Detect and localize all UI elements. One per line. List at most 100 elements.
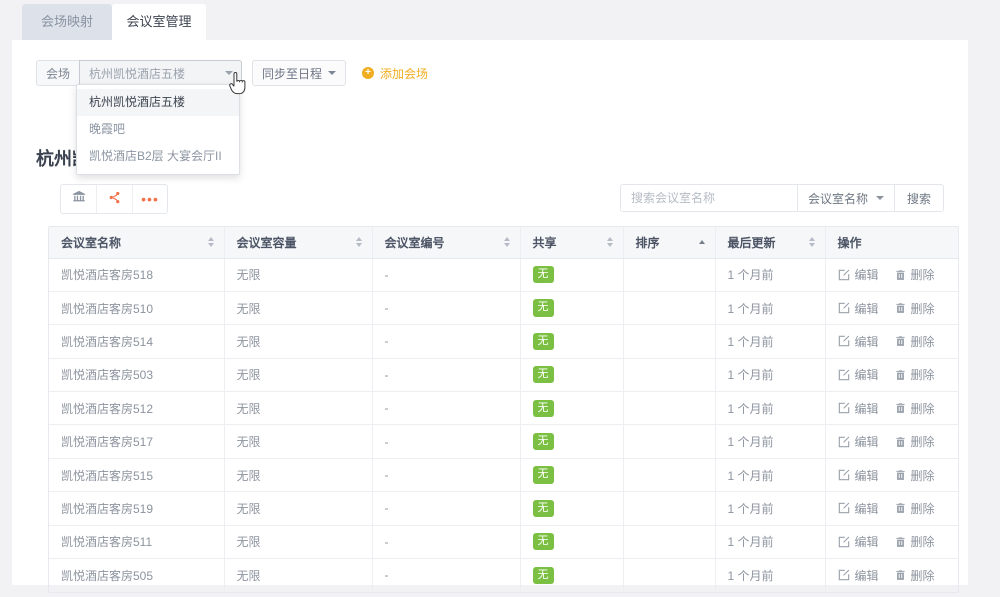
cell-share: 无 [520,491,624,526]
edit-button[interactable]: 编辑 [838,400,879,417]
edit-button[interactable]: 编辑 [838,266,879,283]
add-venue-button[interactable]: + 添加会场 [362,60,428,86]
row-operations: 编辑 删除 [838,300,947,317]
plus-circle-icon: + [362,67,375,79]
cell-order [623,424,716,459]
cell-room-capacity-text: 无限 [236,568,261,583]
cell-room-number: - [372,491,521,526]
cell-operations: 编辑 删除 [825,324,958,359]
cell-last-updated: 1 个月前 [715,424,826,459]
col-order[interactable]: 排序 [623,227,716,259]
trash-icon [895,269,906,281]
cell-room-name-text: 凯悦酒店客房503 [61,368,154,383]
share-icon-button[interactable] [97,185,133,213]
delete-button[interactable]: 删除 [895,333,935,350]
delete-button[interactable]: 删除 [895,300,935,317]
cell-last-updated-text: 1 个月前 [727,301,774,316]
share-badge: 无 [532,566,554,585]
venue-select[interactable]: 杭州凯悦酒店五楼 [79,60,243,86]
edit-button[interactable]: 编辑 [838,300,879,317]
row-operations: 编辑 删除 [838,500,947,517]
edit-label: 编辑 [854,535,879,550]
cell-last-updated-text: 1 个月前 [727,401,774,416]
cell-room-number-text: - [384,267,389,282]
sort-icon [207,227,214,258]
cell-room-capacity: 无限 [224,458,373,493]
delete-button[interactable]: 删除 [895,467,935,484]
delete-button[interactable]: 删除 [895,500,935,517]
bank-icon [72,190,86,209]
edit-button[interactable]: 编辑 [838,333,879,350]
cell-room-name: 凯悦酒店客房518 [49,258,225,292]
col-room-name[interactable]: 会议室名称 [49,227,225,259]
search-group: 会议室名称 搜索 [619,184,944,212]
cell-share: 无 [520,324,624,359]
cell-last-updated-text: 1 个月前 [727,368,774,383]
cell-order [623,258,716,292]
edit-button[interactable]: 编辑 [838,533,879,550]
tab-meeting-room-management[interactable]: 会议室管理 [112,4,206,40]
venue-dropdown-item[interactable]: 杭州凯悦酒店五楼 [77,89,239,116]
share-badge: 无 [532,533,554,551]
col-last-updated[interactable]: 最后更新 [715,227,826,259]
delete-label: 删除 [910,301,935,316]
table-row: 凯悦酒店客房503 无限 - 无 1 个月前 编辑 删除 [49,358,958,393]
cell-room-number-text: - [384,301,389,316]
cell-room-name-text: 凯悦酒店客房517 [61,435,154,450]
trash-icon [895,302,906,314]
delete-label: 删除 [910,401,935,416]
edit-label: 编辑 [854,568,879,583]
delete-button[interactable]: 删除 [895,366,935,383]
tab-venue-mapping[interactable]: 会场映射 [22,4,112,40]
edit-icon [838,502,850,514]
sync-to-schedule-button[interactable]: 同步至日程 [252,60,347,86]
venue-select-value: 杭州凯悦酒店五楼 [89,66,186,81]
venue-dropdown-item-label: 杭州凯悦酒店五楼 [89,95,186,109]
cell-order [623,391,716,426]
delete-button[interactable]: 删除 [895,266,935,283]
share-badge: 无 [532,399,554,417]
edit-icon [838,335,850,347]
cell-room-number-text: - [384,367,389,382]
delete-button[interactable]: 删除 [895,567,935,584]
trash-icon [895,436,906,448]
search-input[interactable] [620,185,797,211]
cell-room-number: - [372,324,521,359]
col-room-number[interactable]: 会议室编号 [372,227,521,259]
bank-icon-button[interactable] [61,185,97,213]
delete-button[interactable]: 删除 [895,533,935,550]
edit-button[interactable]: 编辑 [838,433,879,450]
table-row: 凯悦酒店客房510 无限 - 无 1 个月前 编辑 删除 [49,291,958,326]
search-button[interactable]: 搜索 [893,185,943,211]
delete-button[interactable]: 删除 [895,400,935,417]
table-row: 凯悦酒店客房518 无限 - 无 1 个月前 编辑 删除 [49,258,958,292]
cell-share: 无 [520,291,624,326]
edit-button[interactable]: 编辑 [838,567,879,584]
cell-last-updated-text: 1 个月前 [727,468,774,483]
edit-button[interactable]: 编辑 [838,467,879,484]
venue-dropdown-item-label: 凯悦酒店B2层 大宴会厅II [89,149,222,163]
search-field-select[interactable]: 会议室名称 [796,185,894,211]
share-badge: 无 [532,433,554,451]
cell-last-updated-text: 1 个月前 [727,568,774,583]
cell-room-capacity-text: 无限 [236,435,261,450]
cell-room-name: 凯悦酒店客房503 [49,358,225,393]
row-operations: 编辑 删除 [838,533,947,550]
col-share[interactable]: 共享 [520,227,624,259]
cell-room-capacity-text: 无限 [236,468,261,483]
delete-button[interactable]: 删除 [895,433,935,450]
cell-room-number-text: - [384,401,389,416]
table-row: 凯悦酒店客房511 无限 - 无 1 个月前 编辑 删除 [49,525,958,560]
venue-dropdown-item-label: 晚霞吧 [89,122,126,136]
edit-button[interactable]: 编辑 [838,500,879,517]
edit-button[interactable]: 编辑 [838,366,879,383]
cell-room-capacity: 无限 [224,291,373,326]
more-actions-button[interactable]: ••• [133,185,167,213]
trash-icon [895,335,906,347]
col-room-capacity[interactable]: 会议室容量 [224,227,373,259]
share-badge: 无 [532,299,554,317]
filter-bar: 会场 杭州凯悦酒店五楼 同步至日程 + 添加会场 [36,60,428,86]
venue-dropdown-item[interactable]: 凯悦酒店B2层 大宴会厅II [77,143,239,170]
cell-room-number-text: - [384,534,389,549]
venue-dropdown-item[interactable]: 晚霞吧 [77,116,239,143]
